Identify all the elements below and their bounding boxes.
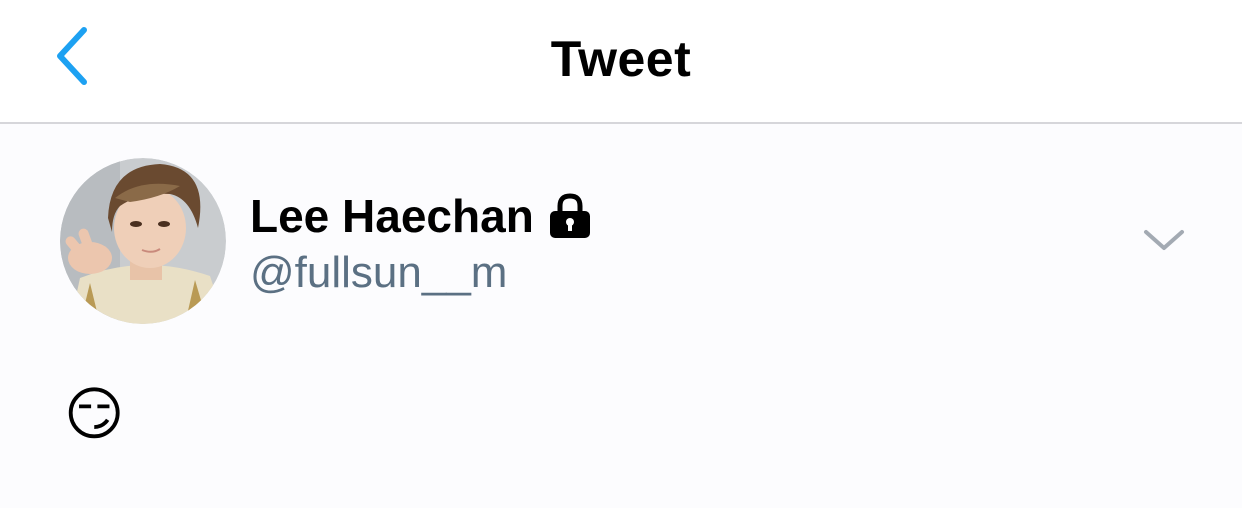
tweet-text: 😏 [64,380,125,448]
display-name: Lee Haechan [250,190,534,242]
more-options-button[interactable] [1140,220,1188,260]
user-handle[interactable]: @fullsun__m [250,248,507,298]
nav-bar: Tweet [0,0,1242,124]
author-name-row[interactable]: Lee Haechan [250,186,592,246]
profile-photo [60,158,226,324]
page-title: Tweet [550,31,692,87]
lock-icon [548,192,592,240]
avatar[interactable] [60,158,226,324]
tweet-detail: Lee Haechan @fullsun__m 😏 [0,124,1242,508]
chevron-down-icon [1144,230,1184,250]
